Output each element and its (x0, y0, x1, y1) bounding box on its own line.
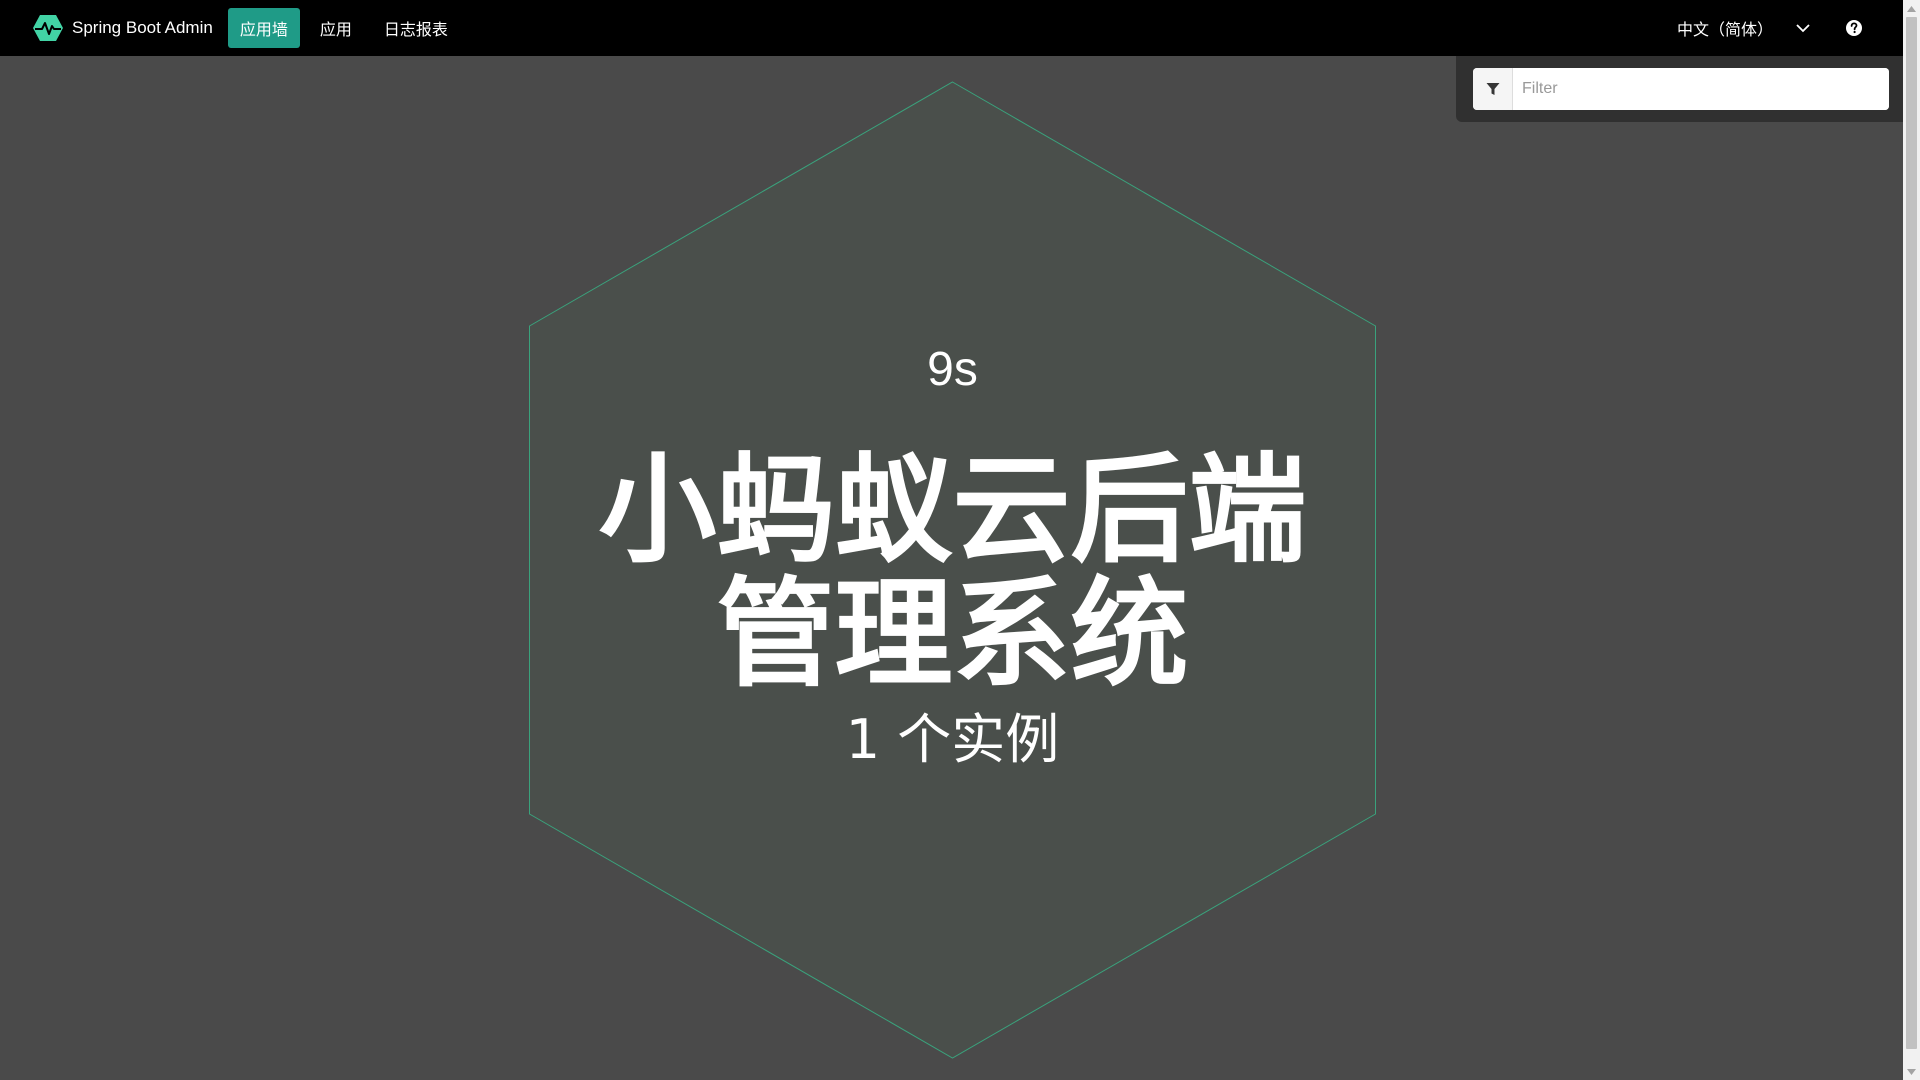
vertical-scrollbar[interactable] (1903, 0, 1920, 1080)
page: Spring Boot Admin 应用墙 应用 日志报表 中文（简体） Fil… (0, 0, 1920, 1080)
application-instance-count: 1 个实例 (845, 708, 1060, 771)
scroll-up-arrow-icon[interactable] (1903, 0, 1920, 17)
application-name: 小蚂蚁云后端管理系统 (598, 441, 1307, 703)
scroll-down-arrow-icon[interactable] (1903, 1063, 1920, 1080)
scrollbar-thumb[interactable] (1906, 17, 1917, 1049)
application-uptime: 9s (927, 343, 978, 396)
